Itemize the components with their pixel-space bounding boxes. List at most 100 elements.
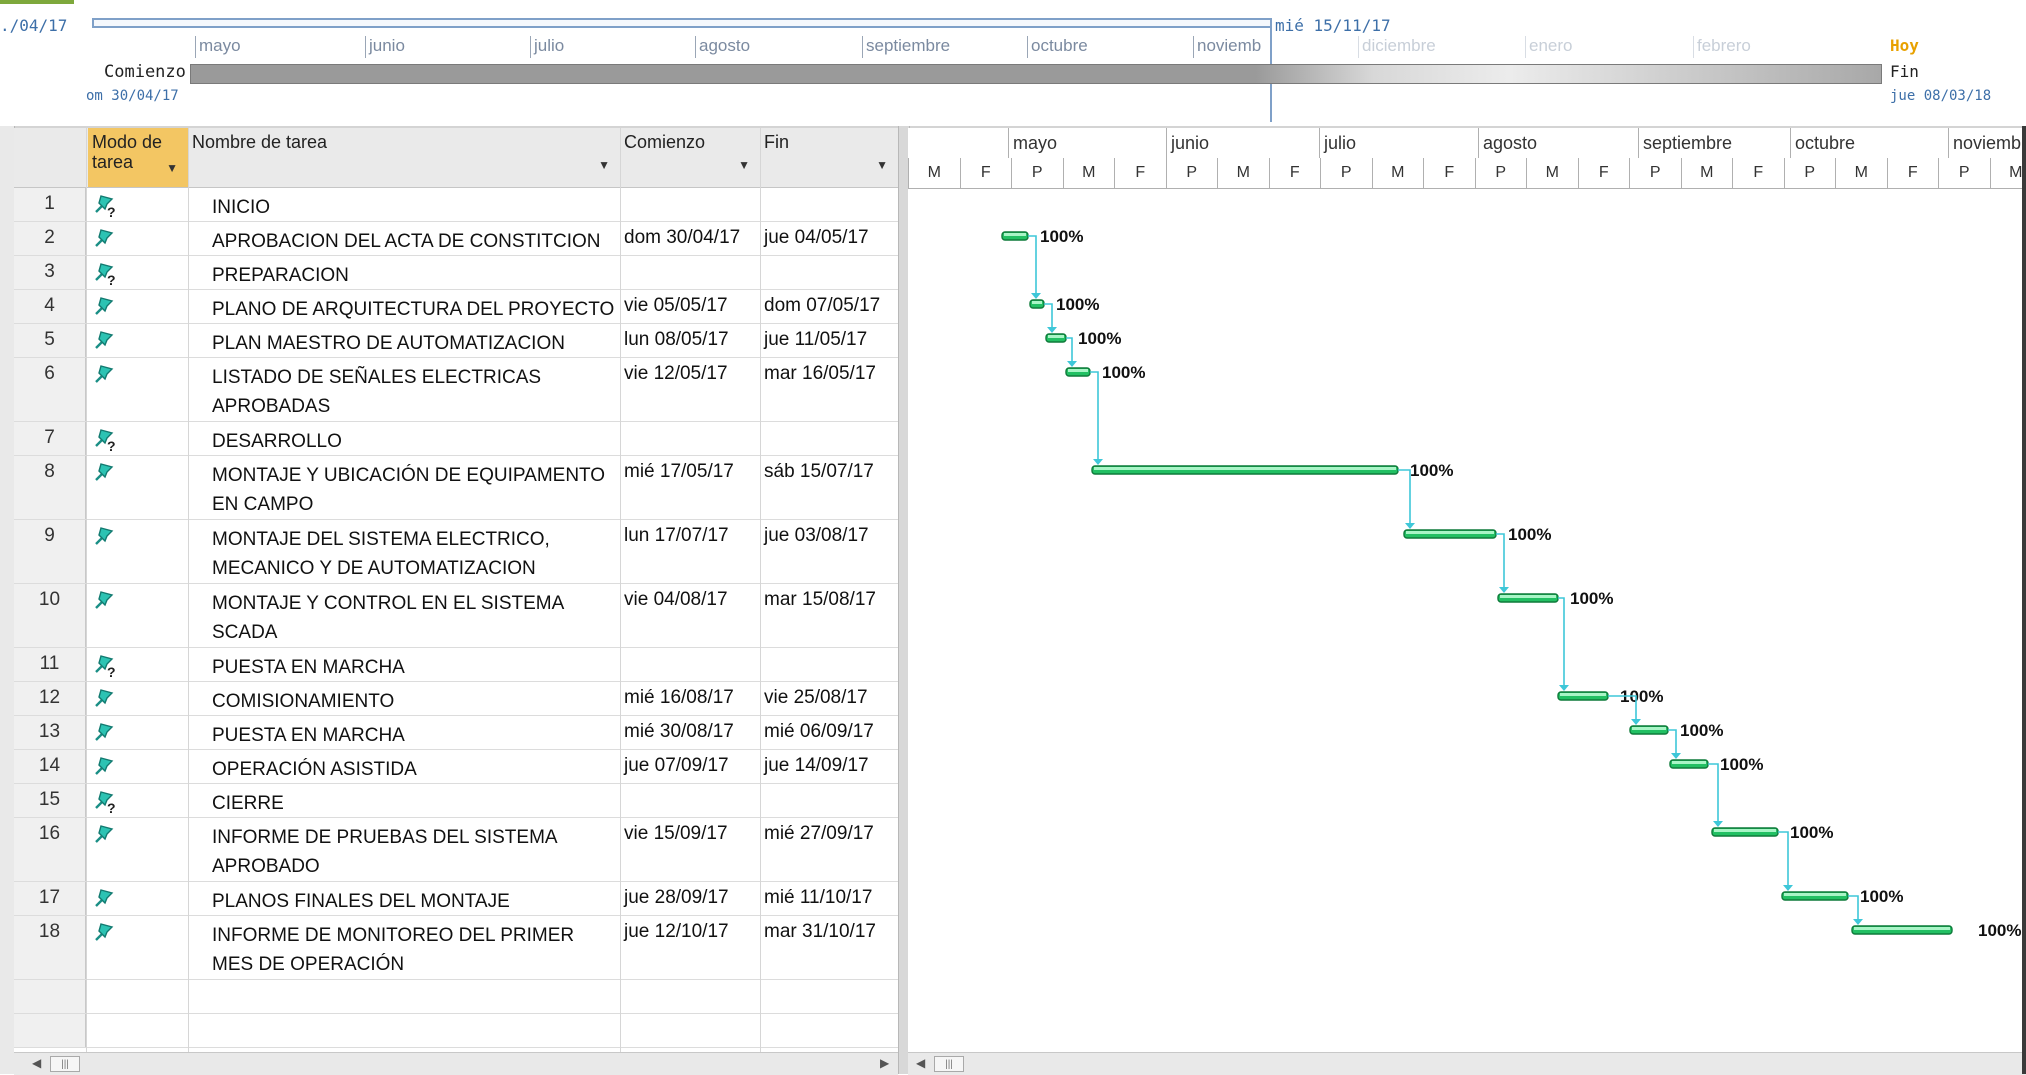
task-start[interactable]: vie 05/05/17: [620, 295, 764, 317]
task-name[interactable]: PLANO DE ARQUITECTURA DEL PROYECTO: [212, 295, 620, 324]
pushpin-icon[interactable]: [90, 752, 120, 780]
task-name[interactable]: PUESTA EN MARCHA: [212, 653, 620, 682]
table-row[interactable]: 18 INFORME DE MONITOREO DEL PRIMER MES DE…: [14, 916, 898, 980]
task-start[interactable]: vie 04/08/17: [620, 589, 764, 611]
task-start[interactable]: mié 16/08/17: [620, 687, 764, 709]
dependency-link[interactable]: [1708, 764, 1718, 826]
table-row[interactable]: 17 PLANOS FINALES DEL MONTAJEjue 28/09/17…: [14, 882, 898, 916]
gantt-chart[interactable]: mayojuniojulioagostoseptiembreoctubrenov…: [908, 128, 2026, 1052]
task-finish[interactable]: jue 04/05/17: [760, 227, 902, 249]
gantt-bars-layer[interactable]: 100%100%100%100%100%100%100%100%100%100%…: [908, 188, 2026, 1052]
task-finish[interactable]: jue 03/08/17: [760, 525, 902, 547]
task-finish[interactable]: mar 16/05/17: [760, 363, 902, 385]
task-start[interactable]: dom 30/04/17: [620, 227, 764, 249]
task-finish[interactable]: mié 06/09/17: [760, 721, 902, 743]
pushpin-icon[interactable]: [90, 522, 120, 550]
dependency-link[interactable]: [1558, 598, 1564, 690]
table-row[interactable]: 10 MONTAJE Y CONTROL EN EL SISTEMA SCADAv…: [14, 584, 898, 648]
pushpin-icon[interactable]: [90, 360, 120, 388]
task-name[interactable]: MONTAJE Y UBICACIÓN DE EQUIPAMENTO EN CA…: [212, 461, 620, 519]
table-row[interactable]: 8 MONTAJE Y UBICACIÓN DE EQUIPAMENTO EN C…: [14, 456, 898, 520]
table-row[interactable]: 4 PLANO DE ARQUITECTURA DEL PROYECTOvie 0…: [14, 290, 898, 324]
start-column-header[interactable]: Comienzo ▼: [620, 128, 760, 188]
timeline-project-bar[interactable]: [190, 64, 1882, 84]
task-finish[interactable]: vie 25/08/17: [760, 687, 902, 709]
finish-column-header[interactable]: Fin ▼: [760, 128, 898, 188]
start-filter-arrow-icon[interactable]: ▼: [738, 158, 750, 172]
task-finish[interactable]: sáb 15/07/17: [760, 461, 902, 483]
table-horizontal-scrollbar[interactable]: ◀ ||| ▶: [14, 1052, 898, 1075]
timeline-visible-range[interactable]: [92, 18, 1272, 28]
pushpin-question-icon[interactable]: ?: [90, 190, 120, 218]
table-row[interactable]: 1? INICIO: [14, 188, 898, 222]
pushpin-icon[interactable]: [90, 224, 120, 252]
pushpin-icon[interactable]: [90, 918, 120, 946]
row-number[interactable]: 8: [14, 456, 86, 519]
finish-filter-arrow-icon[interactable]: ▼: [876, 158, 888, 172]
task-name[interactable]: INFORME DE MONITOREO DEL PRIMER MES DE O…: [212, 921, 620, 979]
task-name[interactable]: PREPARACION: [212, 261, 620, 290]
pushpin-icon[interactable]: [90, 586, 120, 614]
table-row[interactable]: 7?DESARROLLO: [14, 422, 898, 456]
task-finish[interactable]: mar 31/10/17: [760, 921, 902, 943]
row-number[interactable]: 15: [14, 784, 86, 817]
scroll-thumb[interactable]: |||: [50, 1056, 80, 1072]
task-name[interactable]: INFORME DE PRUEBAS DEL SISTEMA APROBADO: [212, 823, 620, 881]
dependency-link[interactable]: [1778, 832, 1788, 890]
table-row[interactable]: 15?CIERRE: [14, 784, 898, 818]
task-finish[interactable]: mar 15/08/17: [760, 589, 902, 611]
row-number[interactable]: 18: [14, 916, 86, 979]
dependency-link[interactable]: [1028, 236, 1036, 298]
table-row[interactable]: 13PUESTA EN MARCHAmié 30/08/17mié 06/09/…: [14, 716, 898, 750]
task-start[interactable]: lun 17/07/17: [620, 525, 764, 547]
dependency-link[interactable]: [1496, 534, 1504, 592]
row-number[interactable]: 5: [14, 324, 86, 357]
timeline-view[interactable]: ./04/17 mayojuniojulioagostoseptiembreoc…: [0, 0, 2026, 132]
task-start[interactable]: jue 28/09/17: [620, 887, 764, 909]
table-row[interactable]: 16INFORME DE PRUEBAS DEL SISTEMA APROBAD…: [14, 818, 898, 882]
empty-row[interactable]: [14, 1014, 898, 1048]
task-finish[interactable]: mié 27/09/17: [760, 823, 902, 845]
row-number[interactable]: 4: [14, 290, 86, 323]
row-number[interactable]: 14: [14, 750, 86, 783]
task-name[interactable]: CIERRE: [212, 789, 620, 818]
pushpin-icon[interactable]: [90, 884, 120, 912]
table-row[interactable]: 12COMISIONAMIENTOmié 16/08/17vie 25/08/1…: [14, 682, 898, 716]
pushpin-icon[interactable]: [90, 684, 120, 712]
task-start[interactable]: vie 12/05/17: [620, 363, 764, 385]
task-finish[interactable]: mié 11/10/17: [760, 887, 902, 909]
task-name[interactable]: LISTADO DE SEÑALES ELECTRICAS APROBADAS: [212, 363, 620, 421]
task-name[interactable]: INICIO: [212, 193, 620, 222]
task-start[interactable]: jue 12/10/17: [620, 921, 764, 943]
row-number-header[interactable]: [14, 128, 88, 188]
pushpin-icon[interactable]: [90, 820, 120, 848]
table-row[interactable]: 6 LISTADO DE SEÑALES ELECTRICAS APROBADAS…: [14, 358, 898, 422]
row-number[interactable]: 13: [14, 716, 86, 749]
task-start[interactable]: jue 07/09/17: [620, 755, 764, 777]
task-finish[interactable]: jue 11/05/17: [760, 329, 902, 351]
task-finish[interactable]: jue 14/09/17: [760, 755, 902, 777]
task-finish[interactable]: dom 07/05/17: [760, 295, 902, 317]
table-row[interactable]: 2APROBACION DEL ACTA DE CONSTITCIONdom 3…: [14, 222, 898, 256]
row-number[interactable]: 1: [14, 188, 86, 221]
table-row[interactable]: 5PLAN MAESTRO DE AUTOMATIZACIONlun 08/05…: [14, 324, 898, 358]
gantt-scroll-left-icon[interactable]: ◀: [916, 1056, 925, 1072]
gantt-horizontal-scrollbar[interactable]: ◀ |||: [908, 1052, 2026, 1075]
row-number[interactable]: 10: [14, 584, 86, 647]
row-number[interactable]: 6: [14, 358, 86, 421]
task-start[interactable]: lun 08/05/17: [620, 329, 764, 351]
pushpin-question-icon[interactable]: ?: [90, 424, 120, 452]
task-name[interactable]: MONTAJE Y CONTROL EN EL SISTEMA SCADA: [212, 589, 620, 647]
pushpin-icon[interactable]: [90, 718, 120, 746]
dependency-link[interactable]: [1398, 470, 1410, 528]
mode-filter-arrow-icon[interactable]: ▼: [166, 158, 178, 178]
dependency-link[interactable]: [1090, 372, 1098, 464]
scroll-right-icon[interactable]: ▶: [880, 1056, 889, 1072]
task-start[interactable]: vie 15/09/17: [620, 823, 764, 845]
mode-column-header[interactable]: Modo de tarea ▼: [88, 128, 188, 188]
row-number[interactable]: 9: [14, 520, 86, 583]
task-name[interactable]: PLANOS FINALES DEL MONTAJE: [212, 887, 620, 916]
row-number[interactable]: 17: [14, 882, 86, 915]
task-name[interactable]: APROBACION DEL ACTA DE CONSTITCION: [212, 227, 620, 256]
table-row[interactable]: 3?PREPARACION: [14, 256, 898, 290]
